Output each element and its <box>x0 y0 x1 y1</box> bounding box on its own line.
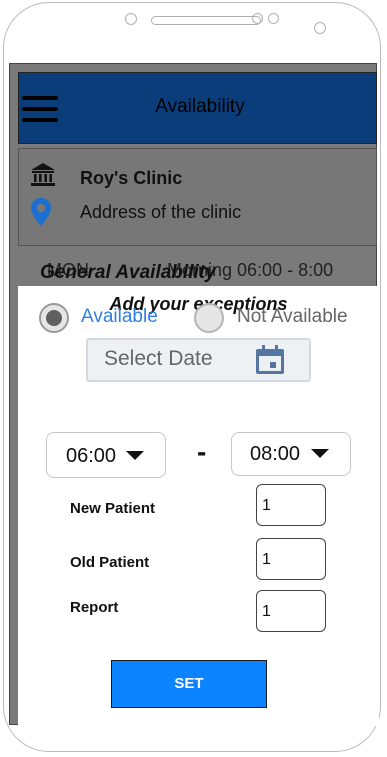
time-separator: - <box>197 436 207 467</box>
dropdown-caret-icon[interactable] <box>311 449 329 458</box>
dropdown-caret-icon[interactable] <box>126 451 144 460</box>
end-time-value[interactable]: 08:00 <box>250 443 300 466</box>
report-label: Report <box>70 599 119 616</box>
sensor-dot <box>268 13 279 24</box>
sensor-dot <box>252 13 263 24</box>
camera-icon <box>125 13 137 25</box>
date-picker-placeholder[interactable]: Select Date <box>104 347 213 371</box>
clinic-card <box>18 148 377 246</box>
clinic-address: Address of the clinic <box>80 202 242 222</box>
general-availability-title: General Availability <box>40 262 216 283</box>
hamburger-menu-icon[interactable] <box>22 96 58 124</box>
start-time-value[interactable]: 06:00 <box>66 445 116 468</box>
set-button[interactable]: SET <box>111 660 267 708</box>
old-patient-input[interactable]: 1 <box>256 538 326 580</box>
new-patient-label: New Patient <box>70 500 156 517</box>
report-input[interactable]: 1 <box>256 590 326 632</box>
clinic-name: Roy's Clinic <box>80 168 183 188</box>
available-label[interactable]: Available <box>81 306 158 328</box>
new-patient-input[interactable]: 1 <box>256 484 326 526</box>
speaker-grille <box>151 16 261 25</box>
proximity-sensor <box>314 22 326 34</box>
old-patient-label: Old Patient <box>70 554 150 571</box>
calendar-icon[interactable] <box>254 345 286 375</box>
not-available-label[interactable]: Not Available <box>237 306 348 328</box>
bank-building-icon <box>31 163 55 186</box>
radio-selected-dot <box>46 310 62 326</box>
page-title: Availability <box>155 96 245 117</box>
radio-not-available[interactable] <box>194 303 224 333</box>
map-pin-icon <box>31 198 51 226</box>
